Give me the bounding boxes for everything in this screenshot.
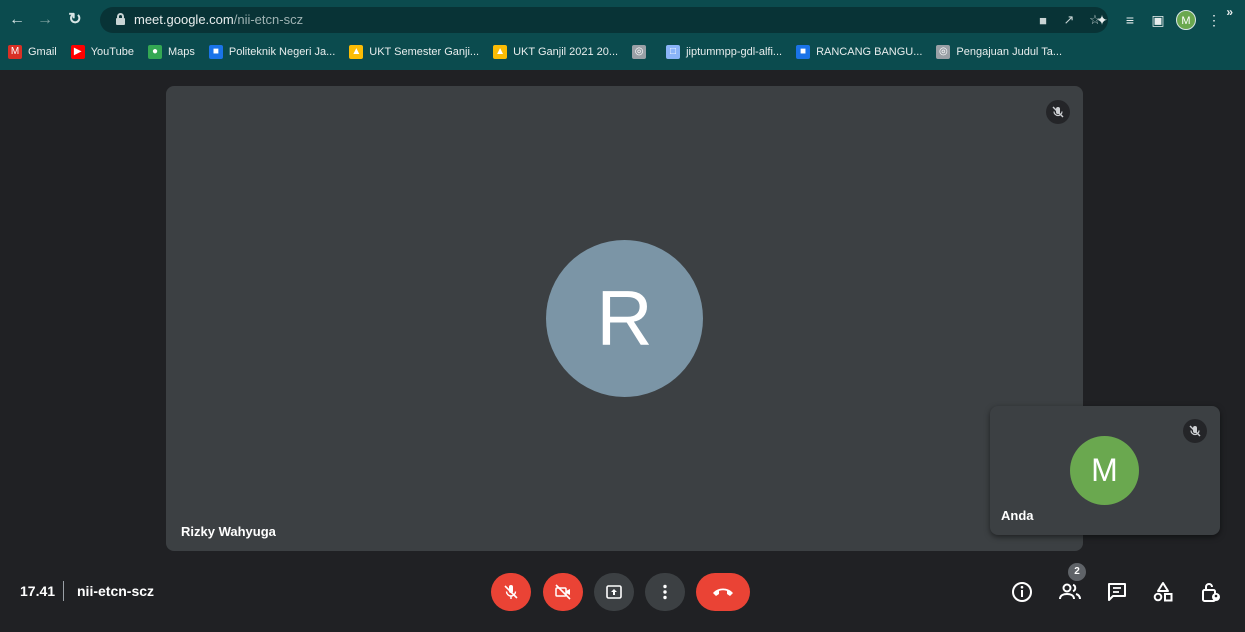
end-call-icon xyxy=(713,588,733,596)
people-count-badge: 2 xyxy=(1068,563,1086,581)
site-icon: ■ xyxy=(796,45,811,59)
call-controls-bar: 17.41 nii-etcn-scz xyxy=(0,560,1245,632)
globe-icon: ◎ xyxy=(632,45,647,59)
camera-off-icon xyxy=(555,584,571,600)
mic-off-icon xyxy=(1189,425,1201,437)
bookmark-label: Pengajuan Judul Ta... xyxy=(956,46,1063,58)
forward-icon[interactable]: → xyxy=(34,9,56,31)
share-icon[interactable]: ↗ xyxy=(1056,12,1082,28)
more-bookmarks-button[interactable]: » xyxy=(1226,5,1233,19)
present-button[interactable] xyxy=(594,573,634,611)
bookmark-item[interactable]: ■ Politeknik Negeri Ja... xyxy=(208,45,336,59)
gmail-icon: M xyxy=(8,45,22,59)
globe-icon: ◎ xyxy=(936,45,951,59)
mic-off-icon xyxy=(1052,106,1064,118)
bookmark-label: YouTube xyxy=(90,46,134,58)
url-text[interactable]: meet.google.com/nii-etcn-scz xyxy=(134,12,303,27)
doc-icon: □ xyxy=(666,45,681,59)
muted-indicator xyxy=(1046,100,1070,124)
camera-off-button[interactable] xyxy=(543,573,583,611)
leave-call-button[interactable] xyxy=(696,573,750,611)
reload-icon[interactable]: ↻ xyxy=(64,9,86,31)
bookmark-item[interactable]: ◎ Pengajuan Judul Ta... xyxy=(936,45,1062,59)
bookmark-label: jiptummpp-gdl-alfi... xyxy=(686,46,783,58)
chat-icon[interactable] xyxy=(1105,580,1129,604)
divider xyxy=(63,581,64,601)
self-name: Anda xyxy=(1001,508,1034,523)
drive-icon: ▲ xyxy=(493,45,508,59)
menu-icon[interactable]: ⋮ xyxy=(1200,12,1228,29)
bookmark-label: Politeknik Negeri Ja... xyxy=(228,46,336,58)
bookmark-item[interactable]: ■ RANCANG BANGU... xyxy=(796,45,922,59)
bookmarks-bar: M Gmail ▶ YouTube ● Maps ■ Politeknik Negeri Ja… xyxy=(0,40,1245,64)
participant-avatar: R xyxy=(546,240,703,397)
address-row: ← → ↻ meet.google.com/nii-etcn-scz ■ ↗ ☆… xyxy=(0,5,1245,35)
bookmark-item[interactable]: M Gmail xyxy=(8,45,57,59)
side-panel-icon[interactable]: ▣ xyxy=(1144,12,1172,29)
camera-in-use-icon[interactable]: ■ xyxy=(1030,13,1056,28)
mic-off-icon xyxy=(504,585,518,599)
info-icon[interactable] xyxy=(1010,580,1034,604)
host-controls-icon[interactable] xyxy=(1199,580,1223,604)
back-icon[interactable]: ← xyxy=(6,9,28,31)
bookmark-item[interactable]: □ jiptummpp-gdl-alfi... xyxy=(666,45,782,59)
extensions-icon[interactable]: ✦ xyxy=(1088,12,1116,29)
self-avatar: M xyxy=(1070,436,1139,505)
main-participant-tile[interactable]: R Rizky Wahyuga xyxy=(166,86,1083,551)
people-icon[interactable] xyxy=(1058,580,1082,604)
more-vert-icon xyxy=(663,584,667,600)
present-icon xyxy=(606,585,622,599)
lock-icon[interactable] xyxy=(116,13,125,25)
address-bar[interactable]: meet.google.com/nii-etcn-scz ■ ↗ ☆ xyxy=(100,7,1108,33)
meeting-time: 17.41 xyxy=(20,583,56,599)
bookmark-label: UKT Semester Ganji... xyxy=(369,46,480,58)
bookmark-item[interactable]: ▲ UKT Semester Ganji... xyxy=(349,45,479,59)
youtube-icon: ▶ xyxy=(70,45,85,59)
maps-icon: ● xyxy=(147,45,162,59)
browser-chrome: ← → ↻ meet.google.com/nii-etcn-scz ■ ↗ ☆… xyxy=(0,0,1245,70)
site-icon: ■ xyxy=(208,45,223,59)
media-queue-icon[interactable]: ≡ xyxy=(1116,12,1144,28)
self-view-tile[interactable]: M Anda xyxy=(990,406,1220,535)
meeting-code: nii-etcn-scz xyxy=(77,583,155,599)
more-options-button[interactable] xyxy=(645,573,685,611)
drive-icon: ▲ xyxy=(349,45,364,59)
mic-off-button[interactable] xyxy=(491,573,531,611)
participant-name: Rizky Wahyuga xyxy=(181,524,276,539)
bookmark-label: Gmail xyxy=(28,46,57,58)
bookmark-label: Maps xyxy=(167,46,195,58)
bookmark-item[interactable]: ▲ UKT Ganjil 2021 20... xyxy=(493,45,618,59)
bookmark-label: RANCANG BANGU... xyxy=(816,46,923,58)
bookmark-label: UKT Ganjil 2021 20... xyxy=(513,46,619,58)
muted-indicator xyxy=(1183,419,1207,443)
bookmark-item[interactable]: ● Maps xyxy=(147,45,195,59)
bookmark-item[interactable]: ◎ xyxy=(632,45,652,59)
bookmark-item[interactable]: ▶ YouTube xyxy=(70,45,134,59)
activities-icon[interactable] xyxy=(1151,580,1175,604)
profile-avatar[interactable]: M xyxy=(1176,10,1196,30)
